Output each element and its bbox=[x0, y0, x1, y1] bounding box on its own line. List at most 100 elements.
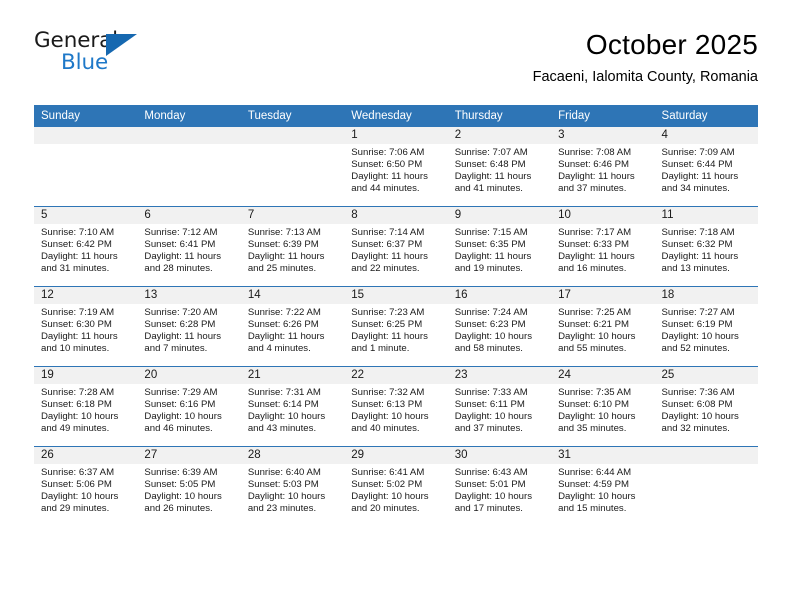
day-details: Sunrise: 7:07 AM Sunset: 6:48 PM Daylight:… bbox=[448, 144, 551, 195]
calendar-day-cell[interactable]: 2 Sunrise: 7:07 AM Sunset: 6:48 PM Daylight… bbox=[447, 127, 552, 207]
day-details: Sunrise: 7:10 AM Sunset: 6:42 PM Daylight:… bbox=[34, 224, 137, 275]
day-details: Sunrise: 7:13 AM Sunset: 6:39 PM Daylight:… bbox=[241, 224, 344, 275]
sunrise-text: Sunrise: 7:19 AM bbox=[41, 307, 115, 318]
sunset-text: Sunset: 6:25 PM bbox=[351, 318, 423, 330]
day-number: 26 bbox=[34, 447, 138, 464]
daylight-text-line1: Daylight: 10 hours bbox=[41, 490, 119, 502]
daylight-text-line2: and 28 minutes. bbox=[144, 262, 213, 274]
sunset-text: Sunset: 6:32 PM bbox=[661, 238, 733, 250]
calendar-day-cell[interactable]: 26 Sunrise: 6:37 AM Sunset: 5:06 PM Dayligh… bbox=[34, 446, 138, 526]
sunset-text: Sunset: 5:02 PM bbox=[351, 478, 423, 490]
day-details: Sunrise: 7:15 AM Sunset: 6:35 PM Daylight:… bbox=[448, 224, 551, 275]
calendar-day-cell[interactable]: 16 Sunrise: 7:24 AM Sunset: 6:23 PM Dayligh… bbox=[447, 286, 552, 367]
day-details: Sunrise: 7:33 AM Sunset: 6:11 PM Daylight:… bbox=[448, 384, 551, 435]
day-details: Sunrise: 7:31 AM Sunset: 6:14 PM Daylight:… bbox=[241, 384, 344, 435]
calendar-day-cell[interactable]: 18 Sunrise: 7:27 AM Sunset: 6:19 PM Dayligh… bbox=[654, 286, 758, 367]
calendar-day-cell[interactable]: 7 Sunrise: 7:13 AM Sunset: 6:39 PM Daylight… bbox=[240, 206, 345, 287]
day-number: 10 bbox=[551, 207, 655, 224]
calendar-day-cell[interactable]: 29 Sunrise: 6:41 AM Sunset: 5:02 PM Dayligh… bbox=[344, 446, 448, 526]
weekday-header-friday: Friday bbox=[551, 105, 655, 127]
calendar-day-cell[interactable]: 11 Sunrise: 7:18 AM Sunset: 6:32 PM Dayligh… bbox=[654, 206, 758, 287]
daylight-text-line1: Daylight: 10 hours bbox=[247, 490, 326, 502]
calendar-day-cell[interactable]: 31 Sunrise: 6:44 AM Sunset: 4:59 PM Dayligh… bbox=[551, 446, 655, 526]
day-number: 20 bbox=[137, 367, 241, 384]
calendar-day-cell[interactable]: 15 Sunrise: 7:23 AM Sunset: 6:25 PM Dayligh… bbox=[344, 286, 448, 367]
calendar-day-cell[interactable]: 21 Sunrise: 7:31 AM Sunset: 6:14 PM Dayligh… bbox=[240, 366, 345, 447]
sunset-text: Sunset: 5:05 PM bbox=[144, 478, 216, 490]
day-number: 2 bbox=[447, 127, 552, 144]
day-number: 4 bbox=[654, 127, 758, 144]
calendar-day-cell[interactable]: 8 Sunrise: 7:14 AM Sunset: 6:37 PM Daylight… bbox=[344, 206, 448, 287]
calendar-day-cell[interactable]: 6 Sunrise: 7:12 AM Sunset: 6:41 PM Daylight… bbox=[137, 206, 241, 287]
daylight-text-line1: Daylight: 10 hours bbox=[351, 410, 429, 422]
sunrise-text: Sunrise: 7:24 AM bbox=[454, 307, 528, 318]
daylight-text-line2: and 29 minutes. bbox=[41, 502, 110, 514]
day-number: 29 bbox=[344, 447, 448, 464]
sunrise-text: Sunrise: 7:14 AM bbox=[351, 227, 425, 238]
calendar-day-cell[interactable]: 19 Sunrise: 7:28 AM Sunset: 6:18 PM Dayligh… bbox=[34, 366, 138, 447]
day-number: 28 bbox=[240, 447, 345, 464]
sunset-text: Sunset: 6:08 PM bbox=[661, 398, 733, 410]
daylight-text-line1: Daylight: 11 hours bbox=[144, 330, 222, 342]
calendar-day-cell[interactable]: 30 Sunrise: 6:43 AM Sunset: 5:01 PM Dayligh… bbox=[447, 446, 552, 526]
calendar-day-cell[interactable]: 1 Sunrise: 7:06 AM Sunset: 6:50 PM Daylight… bbox=[344, 127, 448, 207]
sunrise-text: Sunrise: 7:10 AM bbox=[41, 227, 115, 238]
day-number: 17 bbox=[551, 287, 655, 304]
sunrise-text: Sunrise: 7:18 AM bbox=[661, 227, 735, 238]
calendar-day-cell[interactable]: 5 Sunrise: 7:10 AM Sunset: 6:42 PM Daylight… bbox=[34, 206, 138, 287]
day-number: 14 bbox=[240, 287, 345, 304]
day-details: Sunrise: 7:09 AM Sunset: 6:44 PM Daylight:… bbox=[655, 144, 758, 195]
sunrise-text: Sunrise: 7:08 AM bbox=[558, 147, 632, 158]
daylight-text-line1: Daylight: 11 hours bbox=[454, 250, 532, 262]
weekday-header-row: Sunday Monday Tuesday Wednesday Thursday… bbox=[34, 105, 758, 127]
sunrise-text: Sunrise: 7:25 AM bbox=[558, 307, 632, 318]
calendar-day-cell[interactable]: 9 Sunrise: 7:15 AM Sunset: 6:35 PM Daylight… bbox=[447, 206, 552, 287]
sunrise-text: Sunrise: 6:41 AM bbox=[351, 467, 425, 478]
daylight-text-line1: Daylight: 10 hours bbox=[144, 410, 222, 422]
calendar-day-cell[interactable]: 25 Sunrise: 7:36 AM Sunset: 6:08 PM Dayligh… bbox=[654, 366, 758, 447]
day-number: 18 bbox=[654, 287, 758, 304]
calendar-day-cell[interactable]: 14 Sunrise: 7:22 AM Sunset: 6:26 PM Dayligh… bbox=[240, 286, 345, 367]
sunset-text: Sunset: 6:23 PM bbox=[454, 318, 526, 330]
sunrise-text: Sunrise: 7:36 AM bbox=[661, 387, 735, 398]
daylight-text-line2: and 37 minutes. bbox=[558, 182, 627, 194]
triangle-logo-icon bbox=[106, 34, 137, 56]
daylight-text-line2: and 26 minutes. bbox=[144, 502, 213, 514]
calendar-day-cell[interactable]: 17 Sunrise: 7:25 AM Sunset: 6:21 PM Dayligh… bbox=[551, 286, 655, 367]
daylight-text-line2: and 4 minutes. bbox=[247, 342, 311, 354]
calendar-body: 1 Sunrise: 7:06 AM Sunset: 6:50 PM Daylight… bbox=[34, 127, 758, 526]
daylight-text-line2: and 32 minutes. bbox=[661, 422, 730, 434]
sunrise-sunset-calendar: Sunday Monday Tuesday Wednesday Thursday… bbox=[34, 105, 758, 526]
calendar-day-cell[interactable]: 20 Sunrise: 7:29 AM Sunset: 6:16 PM Dayligh… bbox=[137, 366, 241, 447]
calendar-day-cell[interactable]: 28 Sunrise: 6:40 AM Sunset: 5:03 PM Dayligh… bbox=[240, 446, 345, 526]
calendar-day-cell[interactable]: 10 Sunrise: 7:17 AM Sunset: 6:33 PM Dayligh… bbox=[551, 206, 655, 287]
calendar-day-cell[interactable]: 12 Sunrise: 7:19 AM Sunset: 6:30 PM Dayligh… bbox=[34, 286, 138, 367]
sunrise-text: Sunrise: 7:09 AM bbox=[661, 147, 735, 158]
daylight-text-line1: Daylight: 10 hours bbox=[558, 490, 636, 502]
calendar-day-cell[interactable]: 13 Sunrise: 7:20 AM Sunset: 6:28 PM Dayligh… bbox=[137, 286, 241, 367]
sunrise-text: Sunrise: 7:28 AM bbox=[41, 387, 115, 398]
calendar-day-cell[interactable]: 23 Sunrise: 7:33 AM Sunset: 6:11 PM Dayligh… bbox=[447, 366, 552, 447]
title-block: October 2025 Facaeni, Ialomita County, R… bbox=[533, 28, 758, 86]
calendar-day-cell[interactable]: 27 Sunrise: 6:39 AM Sunset: 5:05 PM Dayligh… bbox=[137, 446, 241, 526]
calendar-day-cell[interactable]: 3 Sunrise: 7:08 AM Sunset: 6:46 PM Daylight… bbox=[551, 127, 655, 207]
calendar-day-cell[interactable]: 22 Sunrise: 7:32 AM Sunset: 6:13 PM Dayligh… bbox=[344, 366, 448, 447]
calendar-day-cell[interactable]: 4 Sunrise: 7:09 AM Sunset: 6:44 PM Daylight… bbox=[654, 127, 758, 207]
sunrise-text: Sunrise: 7:20 AM bbox=[144, 307, 218, 318]
page-subtitle: Facaeni, Ialomita County, Romania bbox=[532, 69, 758, 85]
daylight-text-line1: Daylight: 10 hours bbox=[661, 410, 739, 422]
sunrise-text: Sunrise: 7:23 AM bbox=[351, 307, 425, 318]
sunset-text: Sunset: 6:14 PM bbox=[247, 398, 319, 410]
day-details: Sunrise: 7:32 AM Sunset: 6:13 PM Daylight:… bbox=[344, 384, 447, 435]
daylight-text-line2: and 43 minutes. bbox=[247, 422, 317, 434]
day-details: Sunrise: 7:22 AM Sunset: 6:26 PM Daylight:… bbox=[241, 304, 344, 355]
sunrise-text: Sunrise: 7:29 AM bbox=[144, 387, 218, 398]
brand-logo[interactable]: General Blue bbox=[34, 28, 154, 84]
calendar-day-cell[interactable]: 24 Sunrise: 7:35 AM Sunset: 6:10 PM Dayligh… bbox=[551, 366, 655, 447]
sunrise-text: Sunrise: 6:40 AM bbox=[247, 467, 321, 478]
sunrise-text: Sunrise: 7:15 AM bbox=[454, 227, 528, 238]
sunset-text: Sunset: 5:03 PM bbox=[247, 478, 319, 490]
daylight-text-line1: Daylight: 10 hours bbox=[144, 490, 222, 502]
sunset-text: Sunset: 5:01 PM bbox=[454, 478, 526, 490]
calendar-week-row: 5 Sunrise: 7:10 AM Sunset: 6:42 PM Daylight… bbox=[34, 206, 758, 287]
